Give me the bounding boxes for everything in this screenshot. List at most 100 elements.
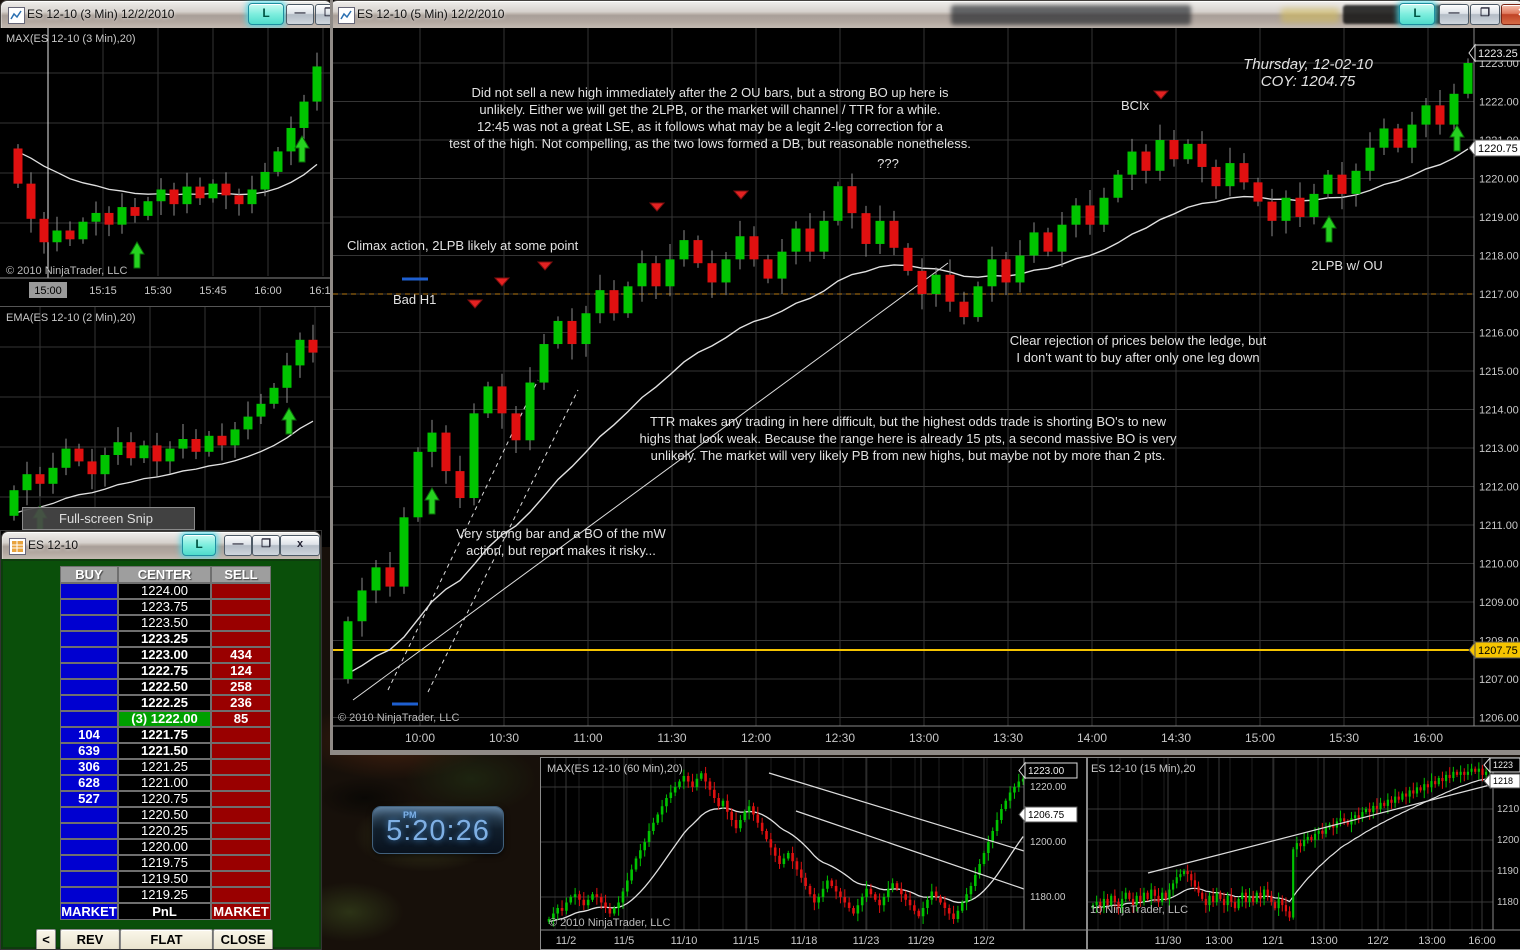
dom-sell-cell[interactable]: 258 <box>211 679 271 695</box>
dom-buy-cell[interactable] <box>60 807 118 823</box>
dom-buy-cell[interactable] <box>60 855 118 871</box>
candle-up <box>1263 890 1265 899</box>
link-button[interactable]: L <box>182 534 216 556</box>
candle-up <box>670 793 673 799</box>
dom-sell-cell[interactable] <box>211 727 271 743</box>
chart-60min-canvas[interactable]: 1220.001200.001180.001223.001206.7511/21… <box>541 758 1086 949</box>
candle-down <box>1463 772 1465 775</box>
dom-buy-cell[interactable] <box>60 615 118 631</box>
time-label: 10:00 <box>405 731 435 745</box>
candle-down <box>948 908 951 914</box>
candle-up <box>1372 806 1374 812</box>
candle-down <box>1412 790 1414 793</box>
dom-buy-cell[interactable] <box>60 887 118 903</box>
dom-sell-market-button[interactable]: MARKET <box>211 903 271 920</box>
dom-sell-cell[interactable] <box>211 871 271 887</box>
dom-buy-cell[interactable]: 527 <box>60 791 118 807</box>
maximize-button[interactable]: ❐ <box>252 535 280 556</box>
dom-buy-cell[interactable] <box>60 647 118 663</box>
dom-sell-cell[interactable] <box>211 615 271 631</box>
dom-buy-market-button[interactable]: MARKET <box>60 903 118 920</box>
dom-buy-cell[interactable] <box>60 823 118 839</box>
minimize-button[interactable]: — <box>286 4 314 25</box>
titlebar-3min[interactable]: ES 12-10 (3 Min) 12/2/2010 L — ❐ <box>0 0 332 29</box>
dom-sell-cell[interactable] <box>211 887 271 903</box>
dom-sell-cell[interactable]: 124 <box>211 663 271 679</box>
link-button[interactable]: L <box>248 3 284 25</box>
dom-price-cell: 1222.50 <box>118 679 211 695</box>
minimize-button[interactable]: — <box>224 535 252 556</box>
candle-up <box>891 883 894 889</box>
dom-pnl-button[interactable]: PnL <box>118 903 211 920</box>
dom-close-button[interactable]: CLOSE <box>213 929 273 950</box>
candle-up <box>1226 163 1235 186</box>
dom-buy-cell[interactable]: 104 <box>60 727 118 743</box>
candle-down <box>1474 769 1476 772</box>
close-button[interactable]: ✕ <box>1501 4 1520 25</box>
dom-buy-cell[interactable] <box>60 599 118 615</box>
titlebar-5min[interactable]: ES 12-10 (5 Min) 12/2/2010 L — ❐ ✕ <box>330 0 1520 29</box>
chart-5min-canvas[interactable]: 1223.001222.001221.001220.001219.001218.… <box>333 28 1520 750</box>
dom-sell-cell[interactable] <box>211 583 271 599</box>
maximize-button[interactable]: ❐ <box>1470 4 1500 25</box>
candle-up <box>722 801 725 807</box>
dom-sell-cell[interactable] <box>211 743 271 759</box>
dom-buy-cell[interactable]: 639 <box>60 743 118 759</box>
dom-buy-cell[interactable] <box>60 679 118 695</box>
candle-up <box>1227 896 1229 905</box>
dom-sell-cell[interactable]: 434 <box>211 647 271 663</box>
dom-buy-cell[interactable] <box>60 871 118 887</box>
dom-buy-cell[interactable] <box>60 839 118 855</box>
candle-up <box>283 365 292 387</box>
dom-buy-cell[interactable] <box>60 695 118 711</box>
dom-buy-cell[interactable] <box>60 583 118 599</box>
dom-buy-cell[interactable] <box>60 663 118 679</box>
dom-sell-cell[interactable] <box>211 791 271 807</box>
dom-flat-button[interactable]: FLAT <box>120 929 213 950</box>
dom-collapse-button[interactable]: < <box>36 929 56 950</box>
dom-buy-cell[interactable]: 628 <box>60 775 118 791</box>
chart-app-icon <box>8 7 25 24</box>
price-tag-notch <box>1484 758 1490 772</box>
dom-sell-cell[interactable] <box>211 631 271 647</box>
chart-3min-canvas[interactable]: MAX(ES 12-10 (3 Min),20)© 2010 NinjaTrad… <box>0 28 332 306</box>
dom-sell-cell[interactable]: 236 <box>211 695 271 711</box>
candle-up <box>661 806 664 814</box>
time-label: 13:00 <box>1310 935 1338 947</box>
dom-buy-cell[interactable]: 306 <box>60 759 118 775</box>
candle-down <box>1285 905 1287 911</box>
dom-sell-cell[interactable] <box>211 599 271 615</box>
dom-sell-cell[interactable] <box>211 839 271 855</box>
dom-buy-cell[interactable] <box>60 631 118 647</box>
candle-up <box>1161 893 1163 902</box>
candle-up <box>1176 877 1178 883</box>
dom-sell-cell[interactable] <box>211 775 271 791</box>
chart-15min-canvas[interactable]: 12101200119011801223121811/3013:0012/113… <box>1088 758 1520 949</box>
price-tag-label: 1207.75 <box>1478 645 1518 657</box>
price-label: 1211.00 <box>1479 520 1518 532</box>
candle-up <box>991 831 994 842</box>
candle-down <box>1310 837 1312 840</box>
candle-down <box>1223 899 1225 905</box>
down-triangle-marker <box>734 191 748 199</box>
dom-sell-cell[interactable] <box>211 823 271 839</box>
dom-buy-cell[interactable] <box>60 711 118 727</box>
dom-sell-cell[interactable] <box>211 759 271 775</box>
time-label: 11/5 <box>614 935 635 947</box>
dom-rev-button[interactable]: REV <box>60 929 120 950</box>
candle-down <box>1212 896 1214 902</box>
candle-up <box>1478 769 1480 772</box>
link-button[interactable]: L <box>1399 3 1435 25</box>
candle-down <box>222 184 231 196</box>
titlebar-dom[interactable]: ES 12-10 L — ❐ x <box>1 531 321 560</box>
close-button[interactable]: x <box>280 535 320 556</box>
clock-gadget[interactable]: PM 5:20:26 <box>372 806 504 854</box>
dom-sell-cell[interactable] <box>211 855 271 871</box>
candle-up <box>166 449 175 462</box>
minimize-button[interactable]: — <box>1439 4 1469 25</box>
dom-sell-cell[interactable] <box>211 807 271 823</box>
dom-sell-cell[interactable]: 85 <box>211 711 271 727</box>
candle-down <box>1219 893 1221 899</box>
candle-up <box>1004 801 1007 809</box>
time-label: 13:30 <box>993 731 1023 745</box>
